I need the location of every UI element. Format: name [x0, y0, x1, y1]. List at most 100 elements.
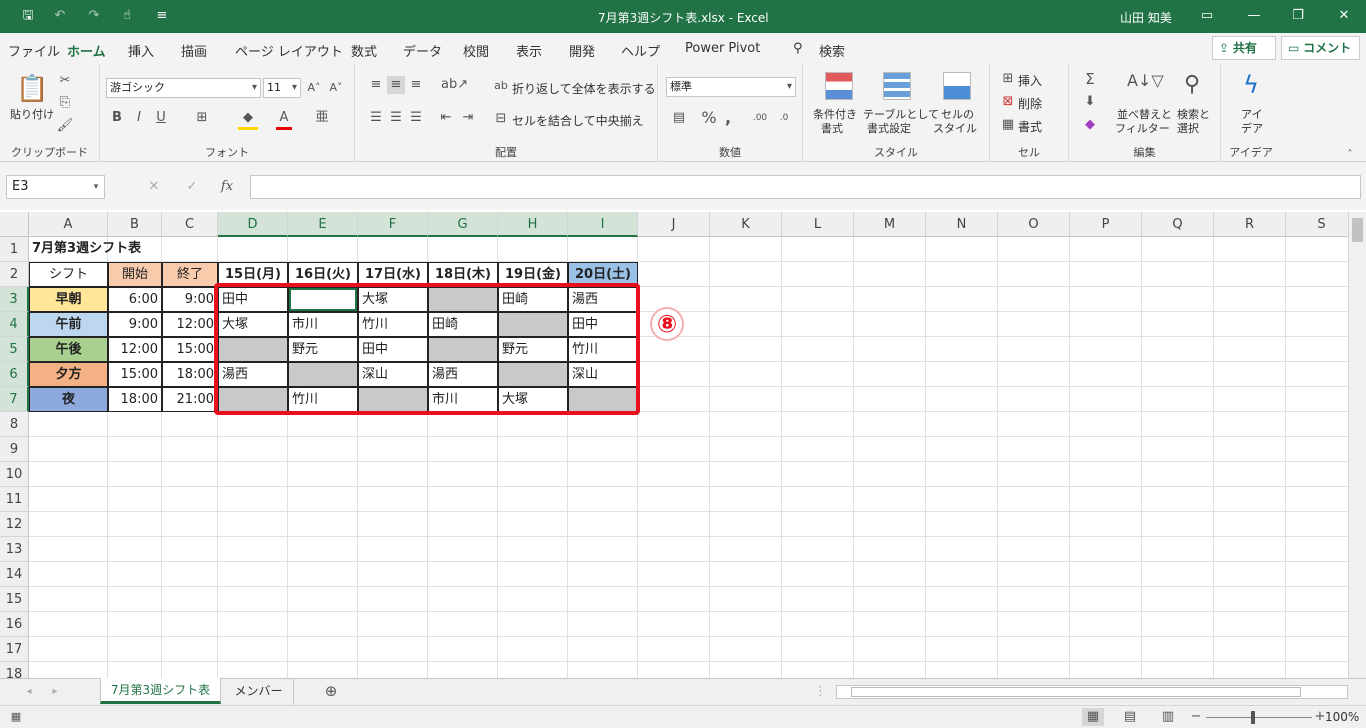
- format-painter-icon[interactable]: 🖌: [56, 117, 74, 135]
- column-header-n[interactable]: N: [926, 212, 998, 237]
- decrease-indent-icon[interactable]: ⇤: [437, 109, 455, 127]
- align-top-icon[interactable]: ≡: [367, 76, 385, 94]
- row-header-16[interactable]: 16: [0, 612, 29, 637]
- start-time-cell[interactable]: 15:00: [108, 362, 162, 387]
- column-header-g[interactable]: G: [428, 212, 498, 237]
- start-time-cell[interactable]: 6:00: [108, 287, 162, 312]
- search-icon[interactable]: ⚲: [793, 41, 803, 56]
- fill-icon[interactable]: ⬇: [1081, 93, 1099, 111]
- sheet-tab-active[interactable]: 7月第3週シフト表: [100, 678, 221, 704]
- row-header-6[interactable]: 6: [0, 362, 29, 387]
- ribbon-display-icon[interactable]: ▭: [1197, 6, 1217, 26]
- header-cell[interactable]: シフト: [29, 262, 108, 287]
- decrease-decimal-icon[interactable]: .0: [774, 109, 794, 127]
- insert-cells-button[interactable]: 挿入: [1018, 72, 1042, 89]
- font-color-icon[interactable]: A: [276, 109, 292, 130]
- ideas-icon[interactable]: ϟ: [1239, 70, 1263, 100]
- tell-me-search[interactable]: 検索: [819, 41, 845, 60]
- close-icon[interactable]: ✕: [1334, 6, 1354, 26]
- orientation-icon[interactable]: ab↗: [441, 76, 468, 94]
- column-header-e[interactable]: E: [288, 212, 358, 237]
- format-cells-button[interactable]: 書式: [1018, 118, 1042, 135]
- column-header-f[interactable]: F: [358, 212, 428, 237]
- sort-filter-button-line2[interactable]: フィルター: [1115, 120, 1170, 136]
- align-right-icon[interactable]: ☰: [407, 109, 425, 127]
- select-all-corner[interactable]: [0, 212, 29, 237]
- tab-review[interactable]: 校閲: [463, 41, 489, 60]
- shift-name-cell[interactable]: 午後: [29, 337, 108, 362]
- shift-name-cell[interactable]: 早朝: [29, 287, 108, 312]
- column-header-q[interactable]: Q: [1142, 212, 1214, 237]
- row-header-18[interactable]: 18: [0, 662, 29, 678]
- start-time-cell[interactable]: 9:00: [108, 312, 162, 337]
- row-header-9[interactable]: 9: [0, 437, 29, 462]
- end-time-cell[interactable]: 18:00: [162, 362, 218, 387]
- share-button[interactable]: ⇪ 共有: [1212, 36, 1276, 60]
- merge-center-icon[interactable]: ⊟: [493, 110, 509, 128]
- next-sheet-icon[interactable]: ▸: [48, 683, 62, 701]
- macro-record-icon[interactable]: ▦: [8, 708, 24, 726]
- copy-icon[interactable]: ⎘: [56, 94, 74, 112]
- column-header-s[interactable]: S: [1286, 212, 1348, 237]
- sheet-title-cell[interactable]: 7月第3週シフト表: [29, 237, 229, 262]
- row-header-13[interactable]: 13: [0, 537, 29, 562]
- end-time-cell[interactable]: 21:00: [162, 387, 218, 412]
- align-bottom-icon[interactable]: ≡: [407, 76, 425, 94]
- tab-view[interactable]: 表示: [516, 41, 542, 60]
- user-name[interactable]: 山田 知美: [1120, 9, 1172, 26]
- customize-toolbar-icon[interactable]: ≡: [152, 6, 172, 26]
- align-middle-icon[interactable]: ≡: [387, 76, 405, 94]
- increase-decimal-icon[interactable]: .00: [750, 109, 770, 127]
- restore-icon[interactable]: ❐: [1288, 6, 1308, 26]
- column-header-r[interactable]: R: [1214, 212, 1286, 237]
- autosum-icon[interactable]: Σ: [1081, 70, 1099, 88]
- row-header-12[interactable]: 12: [0, 512, 29, 537]
- cell-styles-button-line2[interactable]: スタイル: [933, 120, 977, 136]
- row-header-5[interactable]: 5: [0, 337, 29, 362]
- cut-icon[interactable]: ✂: [56, 72, 74, 90]
- conditional-format-button-line2[interactable]: 書式: [821, 120, 843, 136]
- column-header-c[interactable]: C: [162, 212, 218, 237]
- row-header-14[interactable]: 14: [0, 562, 29, 587]
- insert-cells-icon[interactable]: ⊞: [1000, 70, 1016, 88]
- column-header-k[interactable]: K: [710, 212, 782, 237]
- tab-home[interactable]: ホーム: [65, 41, 108, 67]
- column-header-p[interactable]: P: [1070, 212, 1142, 237]
- number-format-select[interactable]: 標準: [666, 77, 796, 97]
- horizontal-scrollbar[interactable]: [836, 685, 1348, 699]
- column-header-i[interactable]: I: [568, 212, 638, 237]
- start-time-cell[interactable]: 18:00: [108, 387, 162, 412]
- new-sheet-icon[interactable]: ⊕: [322, 682, 340, 700]
- header-cell[interactable]: 開始: [108, 262, 162, 287]
- touch-mode-icon[interactable]: ☝: [117, 6, 137, 26]
- find-select-button-line2[interactable]: 選択: [1177, 120, 1199, 136]
- align-center-icon[interactable]: ☰: [387, 109, 405, 127]
- percent-icon[interactable]: %: [700, 109, 718, 127]
- worksheet-grid[interactable]: A B C D E F G H I J K L M N O P Q R S 1 2 3 4 5 6 7 8 9 10 11 12 13 14 15…: [0, 212, 1348, 678]
- tab-formulas[interactable]: 数式: [351, 41, 377, 60]
- comment-button[interactable]: ▭ コメント: [1281, 36, 1360, 60]
- zoom-slider-thumb[interactable]: [1251, 711, 1255, 724]
- format-as-table-button-line2[interactable]: 書式設定: [867, 120, 911, 136]
- header-cell[interactable]: 終了: [162, 262, 218, 287]
- accounting-format-icon[interactable]: ▤: [668, 109, 690, 127]
- shift-name-cell[interactable]: 夜: [29, 387, 108, 412]
- prev-sheet-icon[interactable]: ◂: [22, 683, 36, 701]
- shift-name-cell[interactable]: 夕方: [29, 362, 108, 387]
- ideas-button-line2[interactable]: デア: [1241, 120, 1263, 136]
- sheet-tab-members[interactable]: メンバー: [224, 679, 294, 705]
- row-header-11[interactable]: 11: [0, 487, 29, 512]
- find-select-icon[interactable]: ⚲: [1179, 70, 1205, 100]
- clear-icon[interactable]: ◆: [1081, 116, 1099, 134]
- conditional-format-icon[interactable]: [825, 72, 853, 100]
- increase-indent-icon[interactable]: ⇥: [459, 109, 477, 127]
- vertical-scroll-thumb[interactable]: [1352, 218, 1363, 242]
- italic-icon[interactable]: I: [132, 109, 146, 127]
- delete-cells-icon[interactable]: ⊠: [1000, 93, 1016, 111]
- phonetic-icon[interactable]: 亜: [314, 109, 330, 127]
- save-icon[interactable]: 🖫: [18, 6, 38, 26]
- format-cells-icon[interactable]: ▦: [1000, 116, 1016, 134]
- tab-insert[interactable]: 挿入: [128, 41, 154, 60]
- tab-page-layout[interactable]: ページ レイアウト: [235, 41, 343, 60]
- wrap-text-icon[interactable]: ab: [493, 77, 509, 95]
